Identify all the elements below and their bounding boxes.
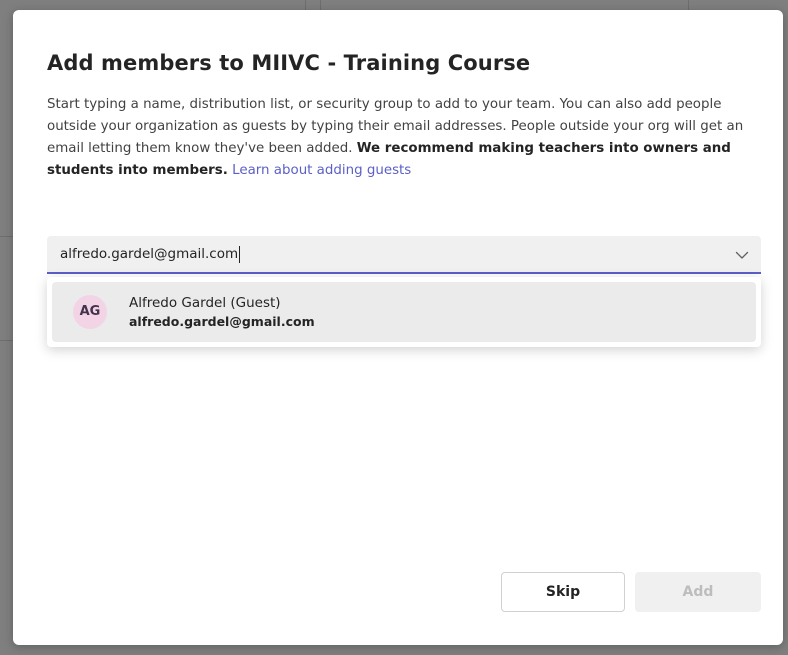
people-picker[interactable] [47,236,761,274]
background-divider [320,0,321,10]
add-button[interactable]: Add [635,572,761,612]
learn-about-guests-link[interactable]: Learn about adding guests [232,163,411,178]
background-divider [305,0,306,10]
people-search-input[interactable] [60,236,700,272]
suggestions-dropdown: AG Alfredo Gardel (Guest) alfredo.gardel… [47,277,761,347]
suggestion-item[interactable]: AG Alfredo Gardel (Guest) alfredo.gardel… [52,282,756,342]
avatar: AG [73,295,107,329]
skip-button[interactable]: Skip [501,572,625,612]
text-cursor [239,246,241,263]
chevron-down-icon[interactable] [733,246,751,264]
dialog-title: Add members to MIIVC - Training Course [47,51,531,75]
add-members-dialog: Add members to MIIVC - Training Course S… [13,10,783,645]
suggestion-email: alfredo.gardel@gmail.com [129,314,315,329]
background-divider [688,0,689,10]
dialog-description: Start typing a name, distribution list, … [47,94,759,182]
background-divider [0,340,13,341]
background-divider [0,236,13,237]
suggestion-name: Alfredo Gardel (Guest) [129,295,281,311]
